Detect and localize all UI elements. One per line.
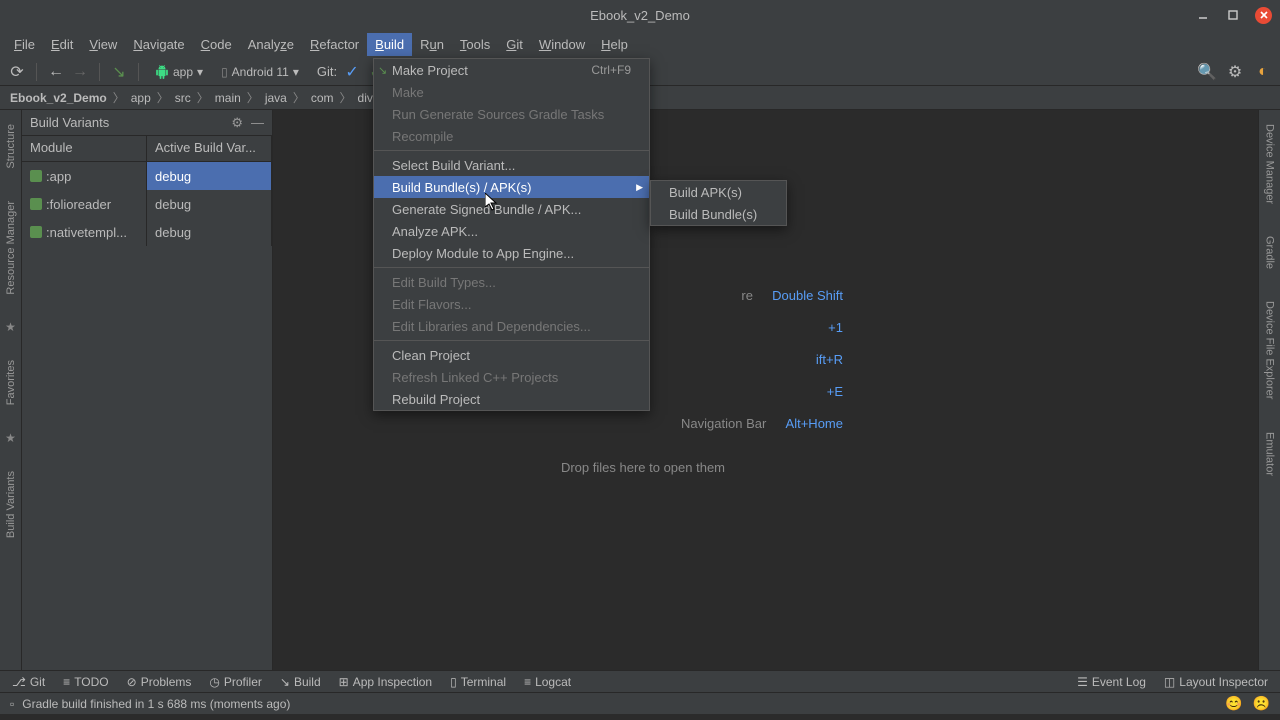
panel-title: Build Variants	[30, 115, 109, 130]
menu-analyze[interactable]: Analyze	[240, 33, 302, 56]
rail-device-file-explorer[interactable]: Device File Explorer	[1262, 295, 1278, 405]
menu-make: Make	[374, 81, 649, 103]
run-config-dropdown[interactable]: app ▾	[149, 63, 209, 81]
rail-gradle[interactable]: Gradle	[1262, 230, 1278, 275]
menu-indicator-icon[interactable]: ▫	[10, 697, 14, 711]
statusbar: ▫ Gradle build finished in 1 s 688 ms (m…	[0, 692, 1280, 714]
rail-device-manager[interactable]: Device Manager	[1262, 118, 1278, 210]
menu-edit-libs: Edit Libraries and Dependencies...	[374, 315, 649, 337]
crumb-root[interactable]: Ebook_v2_Demo	[10, 91, 107, 105]
git-update-icon[interactable]: ✓	[343, 63, 361, 81]
menu-tools[interactable]: Tools	[452, 33, 498, 56]
maximize-button[interactable]	[1225, 7, 1241, 23]
rail-favorites-icon[interactable]: ★	[5, 320, 16, 334]
menu-build[interactable]: Build	[367, 33, 412, 56]
menu-build-bundle-apk[interactable]: Build Bundle(s) / APK(s)▶	[374, 176, 649, 198]
bt-layout-inspector[interactable]: ◫Layout Inspector	[1164, 675, 1268, 689]
crumb-com[interactable]: com	[311, 91, 334, 105]
submenu-build-apk[interactable]: Build APK(s)	[651, 181, 786, 203]
forward-icon[interactable]: →	[71, 63, 89, 81]
menu-refactor[interactable]: Refactor	[302, 33, 367, 56]
bt-todo[interactable]: ≡TODO	[63, 675, 108, 689]
bt-build[interactable]: ↘Build	[280, 675, 321, 689]
crumb-java[interactable]: java	[265, 91, 287, 105]
menu-run[interactable]: Run	[412, 33, 452, 56]
status-text: Gradle build finished in 1 s 688 ms (mom…	[22, 697, 290, 711]
crumb-app[interactable]: app	[131, 91, 151, 105]
rail-favorites[interactable]: Favorites	[3, 354, 19, 411]
menu-window[interactable]: Window	[531, 33, 593, 56]
crumb-main[interactable]: main	[215, 91, 241, 105]
menu-code[interactable]: Code	[193, 33, 240, 56]
make-icon[interactable]: ↘	[110, 63, 128, 81]
crumb-src[interactable]: src	[175, 91, 191, 105]
rail-structure[interactable]: Structure	[3, 118, 19, 175]
build-bundle-submenu: Build APK(s) Build Bundle(s)	[650, 180, 787, 226]
gear-icon[interactable]: ⚙	[231, 115, 243, 131]
window-title: Ebook_v2_Demo	[590, 8, 690, 23]
bottom-toolbar: ⎇Git ≡TODO ⊘Problems ◷Profiler ↘Build ⊞A…	[0, 670, 1280, 692]
bt-logcat[interactable]: ≡Logcat	[524, 675, 571, 689]
submenu-build-bundle[interactable]: Build Bundle(s)	[651, 203, 786, 225]
sync-icon[interactable]: ⟳	[8, 63, 26, 81]
menu-gen-signed[interactable]: Generate Signed Bundle / APK...	[374, 198, 649, 220]
menu-analyze-apk[interactable]: Analyze APK...	[374, 220, 649, 242]
menu-edit-flavors: Edit Flavors...	[374, 293, 649, 315]
bt-git[interactable]: ⎇Git	[12, 675, 45, 689]
menu-select-variant[interactable]: Select Build Variant...	[374, 154, 649, 176]
menu-deploy[interactable]: Deploy Module to App Engine...	[374, 242, 649, 264]
th-variant[interactable]: Active Build Var...	[147, 136, 272, 161]
emoji-sad-icon[interactable]: ☹️	[1253, 695, 1270, 712]
menu-run-gen: Run Generate Sources Gradle Tasks	[374, 103, 649, 125]
menu-view[interactable]: View	[81, 33, 125, 56]
menu-clean[interactable]: Clean Project	[374, 344, 649, 366]
bt-event-log[interactable]: ☰Event Log	[1077, 675, 1146, 689]
menu-file[interactable]: File	[6, 33, 43, 56]
emoji-smile-icon[interactable]: 😊	[1225, 695, 1242, 712]
build-menu: ↘Make ProjectCtrl+F9 Make Run Generate S…	[373, 58, 650, 411]
variant-row-app[interactable]: :app debug	[22, 162, 272, 190]
th-module[interactable]: Module	[22, 136, 147, 161]
variant-row-native[interactable]: :nativetempl... debug	[22, 218, 272, 246]
git-label: Git:	[317, 64, 337, 79]
bt-profiler[interactable]: ◷Profiler	[209, 675, 262, 689]
minimize-panel-icon[interactable]: —	[251, 115, 264, 131]
menu-edit[interactable]: Edit	[43, 33, 81, 56]
menu-recompile: Recompile	[374, 125, 649, 147]
menu-git[interactable]: Git	[498, 33, 531, 56]
rail-build-variants[interactable]: Build Variants	[3, 465, 19, 544]
menu-edit-types: Edit Build Types...	[374, 271, 649, 293]
bt-app-inspection[interactable]: ⊞App Inspection	[339, 675, 432, 689]
bt-problems[interactable]: ⊘Problems	[127, 675, 192, 689]
menu-refresh-cpp: Refresh Linked C++ Projects	[374, 366, 649, 388]
search-icon[interactable]: 🔍	[1198, 63, 1216, 81]
titlebar: Ebook_v2_Demo	[0, 0, 1280, 30]
build-variants-panel: Build Variants ⚙ — Module Active Build V…	[22, 110, 273, 670]
variant-row-folio[interactable]: :folioreader debug	[22, 190, 272, 218]
rail-star2-icon: ★	[5, 431, 16, 445]
menu-rebuild[interactable]: Rebuild Project	[374, 388, 649, 410]
menu-navigate[interactable]: Navigate	[125, 33, 192, 56]
left-rail: Structure Resource Manager ★ Favorites ★…	[0, 110, 22, 670]
menu-help[interactable]: Help	[593, 33, 636, 56]
bt-terminal[interactable]: ▯Terminal	[450, 675, 506, 689]
close-button[interactable]	[1255, 7, 1272, 24]
device-dropdown[interactable]: ▯Android 11 ▾	[215, 63, 305, 81]
settings-icon[interactable]: ⚙	[1226, 63, 1244, 81]
menubar: File Edit View Navigate Code Analyze Ref…	[0, 30, 1280, 58]
right-rail: Device Manager Gradle Device File Explor…	[1258, 110, 1280, 670]
minimize-button[interactable]	[1195, 7, 1211, 23]
rail-resource-manager[interactable]: Resource Manager	[3, 195, 19, 301]
profiler-icon[interactable]: ◐	[1254, 63, 1272, 81]
back-icon[interactable]: ←	[47, 63, 65, 81]
menu-make-project[interactable]: ↘Make ProjectCtrl+F9	[374, 59, 649, 81]
rail-emulator[interactable]: Emulator	[1262, 426, 1278, 482]
